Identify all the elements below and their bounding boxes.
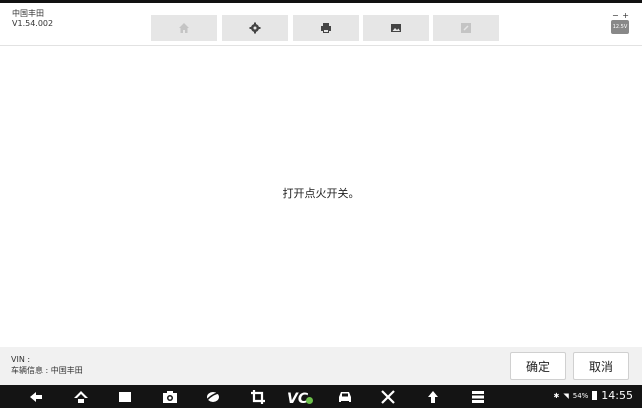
vehicle-info: 中国丰田 V1.54.002 — [12, 9, 53, 29]
clock: 14:55 — [601, 389, 633, 402]
image-icon — [391, 24, 401, 32]
vin-label: VIN : — [11, 355, 31, 364]
confirm-button[interactable]: 确定 — [510, 352, 566, 380]
browser-icon[interactable] — [205, 389, 221, 405]
wifi-icon: ◥ — [563, 391, 569, 400]
home-button[interactable] — [151, 15, 217, 41]
edit-button[interactable] — [433, 15, 499, 41]
top-bar: 中国丰田 V1.54.002 − + 12.5V — [0, 0, 642, 45]
footer-info: VIN : 车辆信息 : 中国丰田 — [11, 354, 83, 376]
status-area: ✱ ◥ 54% 14:55 — [553, 389, 633, 402]
vehicle-name: 中国丰田 — [12, 9, 44, 18]
tools-icon[interactable] — [380, 389, 396, 405]
bluetooth-icon: ✱ — [553, 391, 560, 400]
cancel-button[interactable]: 取消 — [573, 352, 629, 380]
menu-icon[interactable] — [470, 389, 486, 405]
prompt-message: 打开点火开关。 — [282, 187, 360, 200]
recent-apps-icon[interactable] — [117, 389, 133, 405]
screenshot-button[interactable] — [363, 15, 429, 41]
vci-connected-icon — [306, 397, 313, 404]
system-navigation-bar: VC ✱ ◥ 54% 14:55 — [0, 385, 642, 408]
gear-icon — [249, 22, 261, 34]
vci-status[interactable]: VC — [287, 388, 317, 407]
minus-icon: − — [612, 11, 619, 20]
battery-voltage-indicator: − + 12.5V — [611, 12, 629, 36]
car-icon[interactable] — [337, 389, 353, 405]
printer-icon — [321, 23, 331, 33]
battery-percent: 54% — [572, 391, 589, 400]
battery-voltage: 12.5V — [611, 20, 629, 34]
camera-icon[interactable] — [162, 389, 178, 405]
crop-icon[interactable] — [250, 389, 266, 405]
upload-icon[interactable] — [425, 389, 441, 405]
home-icon[interactable] — [73, 389, 89, 405]
back-icon[interactable] — [28, 389, 44, 405]
edit-icon — [461, 23, 471, 33]
home-icon — [179, 23, 189, 33]
battery-icon — [592, 391, 598, 400]
main-content: 打开点火开关。 — [0, 45, 642, 348]
settings-button[interactable] — [222, 15, 288, 41]
footer-bar: VIN : 车辆信息 : 中国丰田 确定 取消 — [0, 347, 642, 385]
print-button[interactable] — [293, 15, 359, 41]
plus-icon: + — [622, 11, 629, 20]
vehicle-info-label: 车辆信息 : 中国丰田 — [11, 366, 83, 375]
software-version: V1.54.002 — [12, 19, 54, 28]
vci-label: VC — [287, 391, 309, 407]
